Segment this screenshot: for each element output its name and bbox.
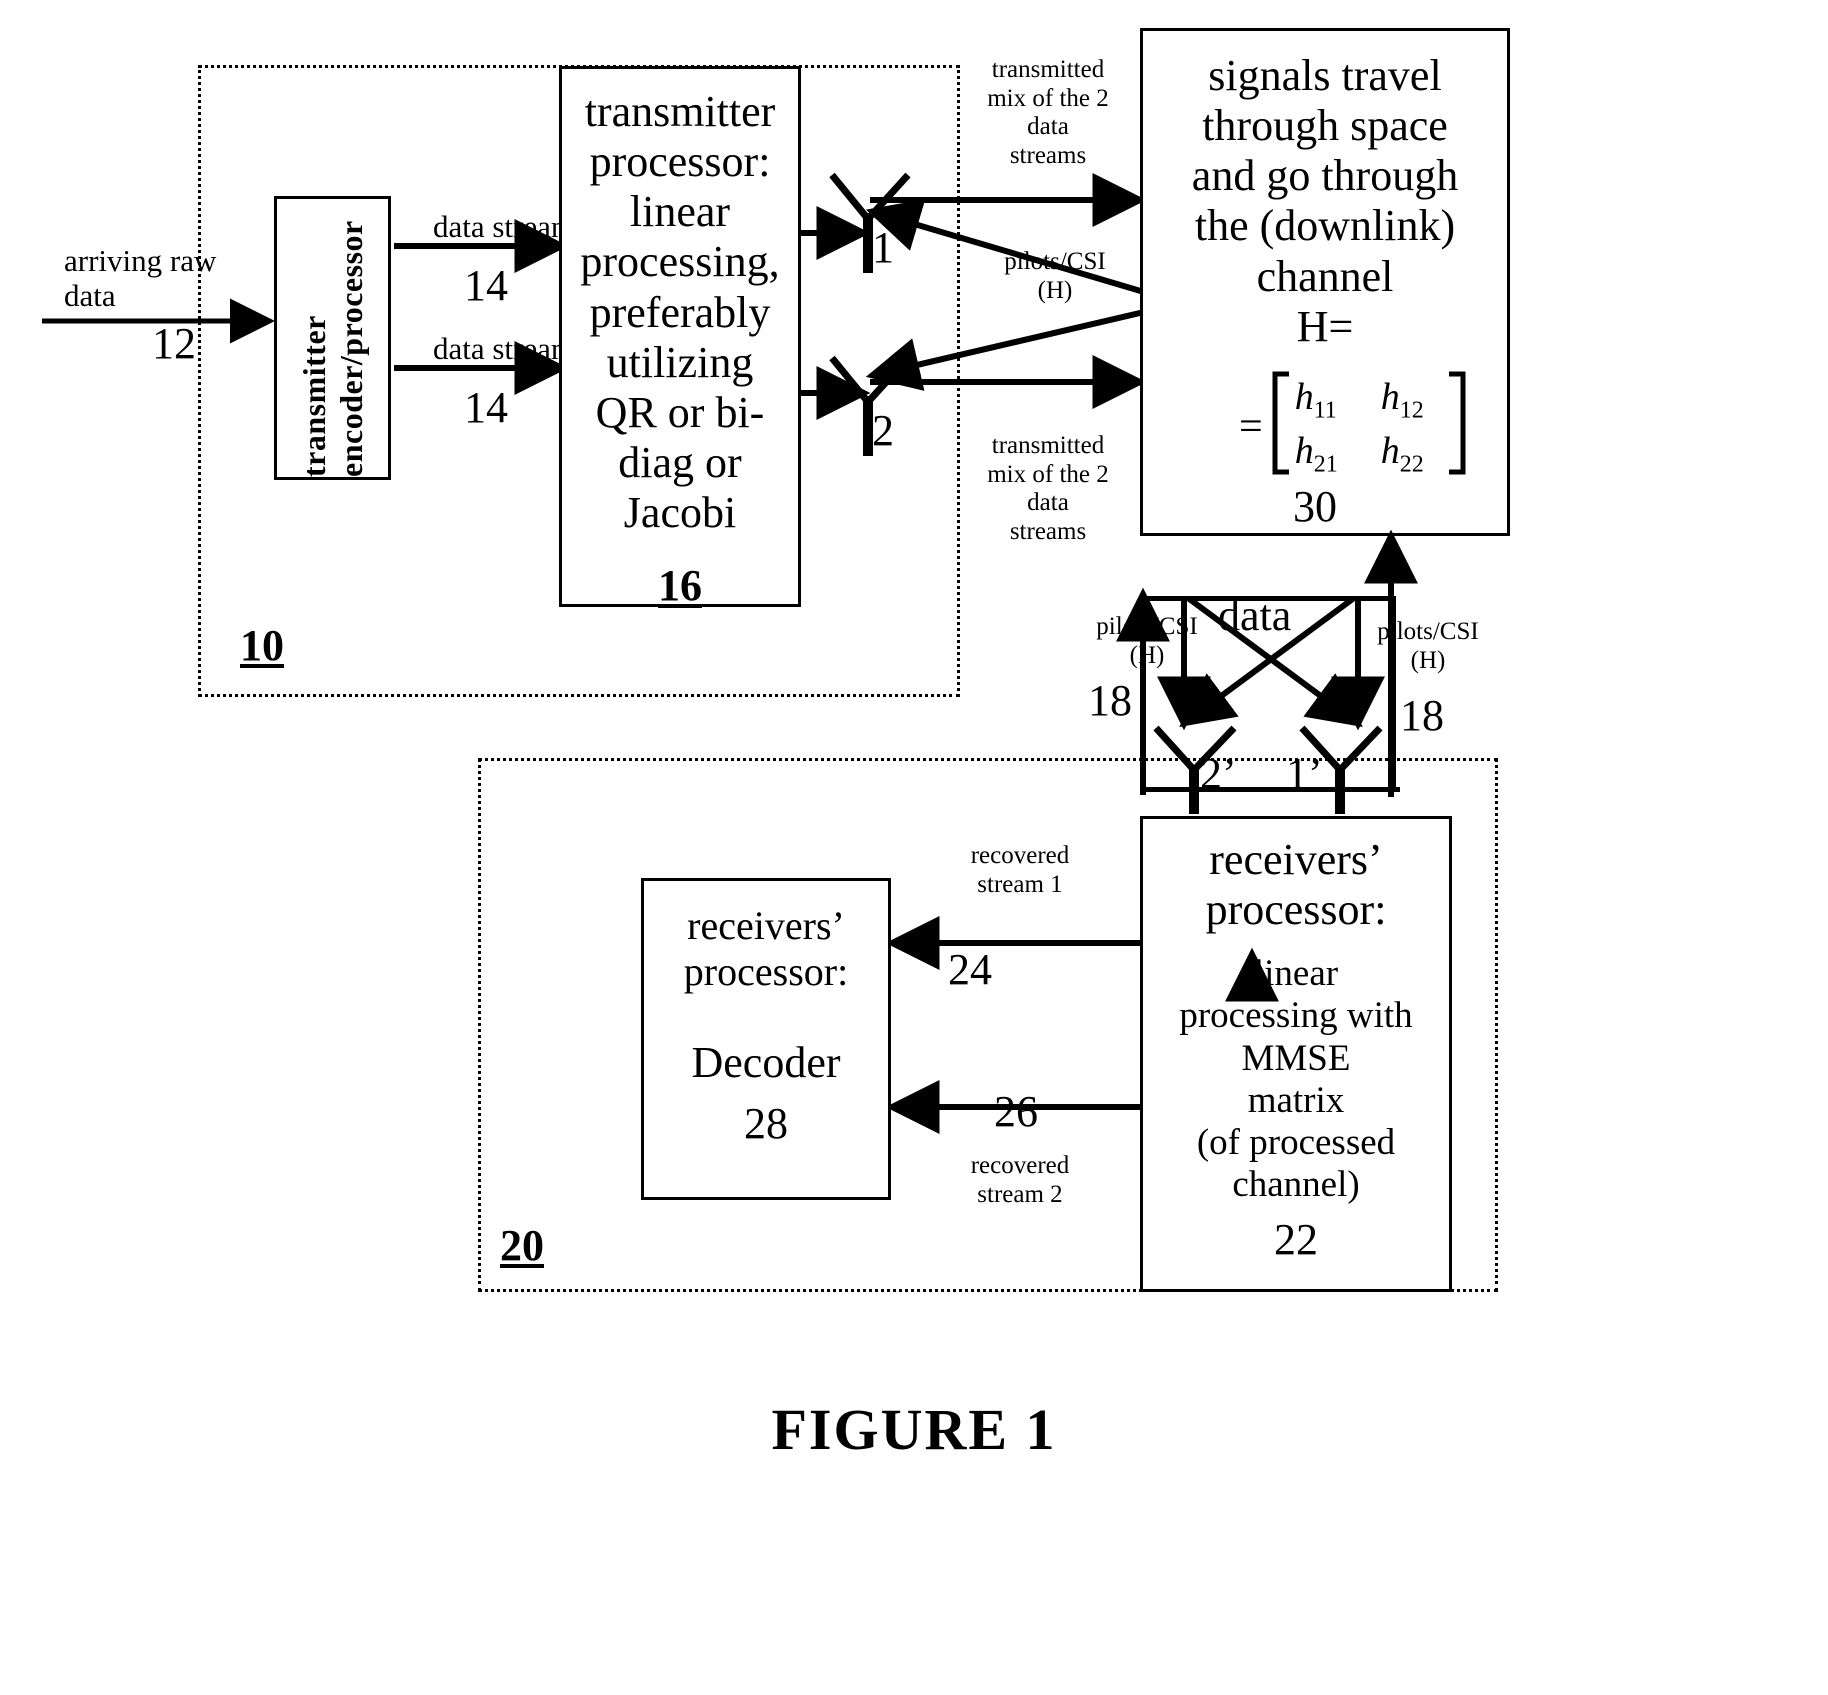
- arriving-raw-data-ref: 12: [152, 319, 196, 368]
- data-label: data: [1218, 591, 1292, 640]
- transmitter-processor-label: transmitter processor: linear processing…: [580, 87, 780, 538]
- data-stream-2-arrow: [394, 341, 569, 395]
- data-stream-1-ref: 14: [464, 261, 508, 310]
- receivers-processor-title: receivers’ processor:: [1205, 835, 1387, 935]
- figure-page: 10 20 arriving raw data 12 transmitter e…: [0, 0, 1828, 1695]
- decoder-ref: 28: [744, 1099, 788, 1149]
- receivers-processor-body: linear processing with MMSE matrix (of p…: [1179, 953, 1413, 1206]
- recovered-stream-1-label: recovered stream 1: [970, 842, 1070, 898]
- data-stream-2-ref: 14: [464, 383, 508, 432]
- rx-antenna-bus-left-drop: [1140, 596, 1145, 791]
- channel-matrix: = h11 h12 h21 h22: [1239, 371, 1483, 482]
- decoder-name: Decoder: [691, 1038, 841, 1088]
- recovered-stream-2-label: recovered stream 2: [970, 1152, 1070, 1208]
- matrix-right-bracket-icon: [1448, 371, 1466, 475]
- transmitter-encoder-box: transmitter encoder/processor: [274, 196, 391, 480]
- matrix-cell-h21: h21: [1294, 429, 1338, 478]
- channel-box: signals travel through space and go thro…: [1140, 28, 1510, 536]
- transmitter-encoder-label: transmitter encoder/processor: [295, 220, 369, 477]
- transmitter-enclosure-ref: 10: [240, 621, 284, 670]
- pilots-csi-left-ref: 18: [1088, 676, 1132, 725]
- channel-label: signals travel through space and go thro…: [1191, 51, 1459, 351]
- rx-antenna-bus-right-drop: [1391, 596, 1396, 791]
- receiver-enclosure-ref: 20: [500, 1221, 544, 1270]
- pilots-csi-top-label: pilots/CSI (H): [1004, 248, 1106, 304]
- matrix-cell-h11: h11: [1294, 376, 1337, 424]
- transmitted-mix-top-label: transmitted mix of the 2 data streams: [987, 56, 1109, 169]
- receivers-processor-internal-arrow-icon: [1225, 947, 1279, 1002]
- transmitter-processor-box: transmitter processor: linear processing…: [559, 66, 801, 610]
- matrix-equals: =: [1239, 403, 1263, 450]
- channel-ref: 30: [1293, 482, 1337, 531]
- decoder-box: receivers’ processor: Decoder 28: [641, 878, 891, 1200]
- recovered-stream-1-arrow: [885, 916, 1140, 970]
- transmitted-mix-bottom-label: transmitted mix of the 2 data streams: [987, 432, 1109, 545]
- receivers-processor-box: receivers’ processor: linear processing …: [1140, 816, 1452, 1292]
- figure-caption: FIGURE 1: [771, 1397, 1057, 1462]
- recovered-stream-2-ref: 26: [994, 1087, 1038, 1136]
- data-stream-1-arrow: [394, 219, 569, 273]
- matrix-left-bracket-icon: [1272, 371, 1289, 475]
- receivers-processor-ref: 22: [1274, 1215, 1318, 1265]
- rx-antenna-bus: [1140, 787, 1400, 792]
- decoder-title: receivers’ processor:: [683, 903, 849, 994]
- recovered-stream-1-ref: 24: [948, 945, 992, 994]
- transmitter-processor-ref: 16: [658, 561, 702, 611]
